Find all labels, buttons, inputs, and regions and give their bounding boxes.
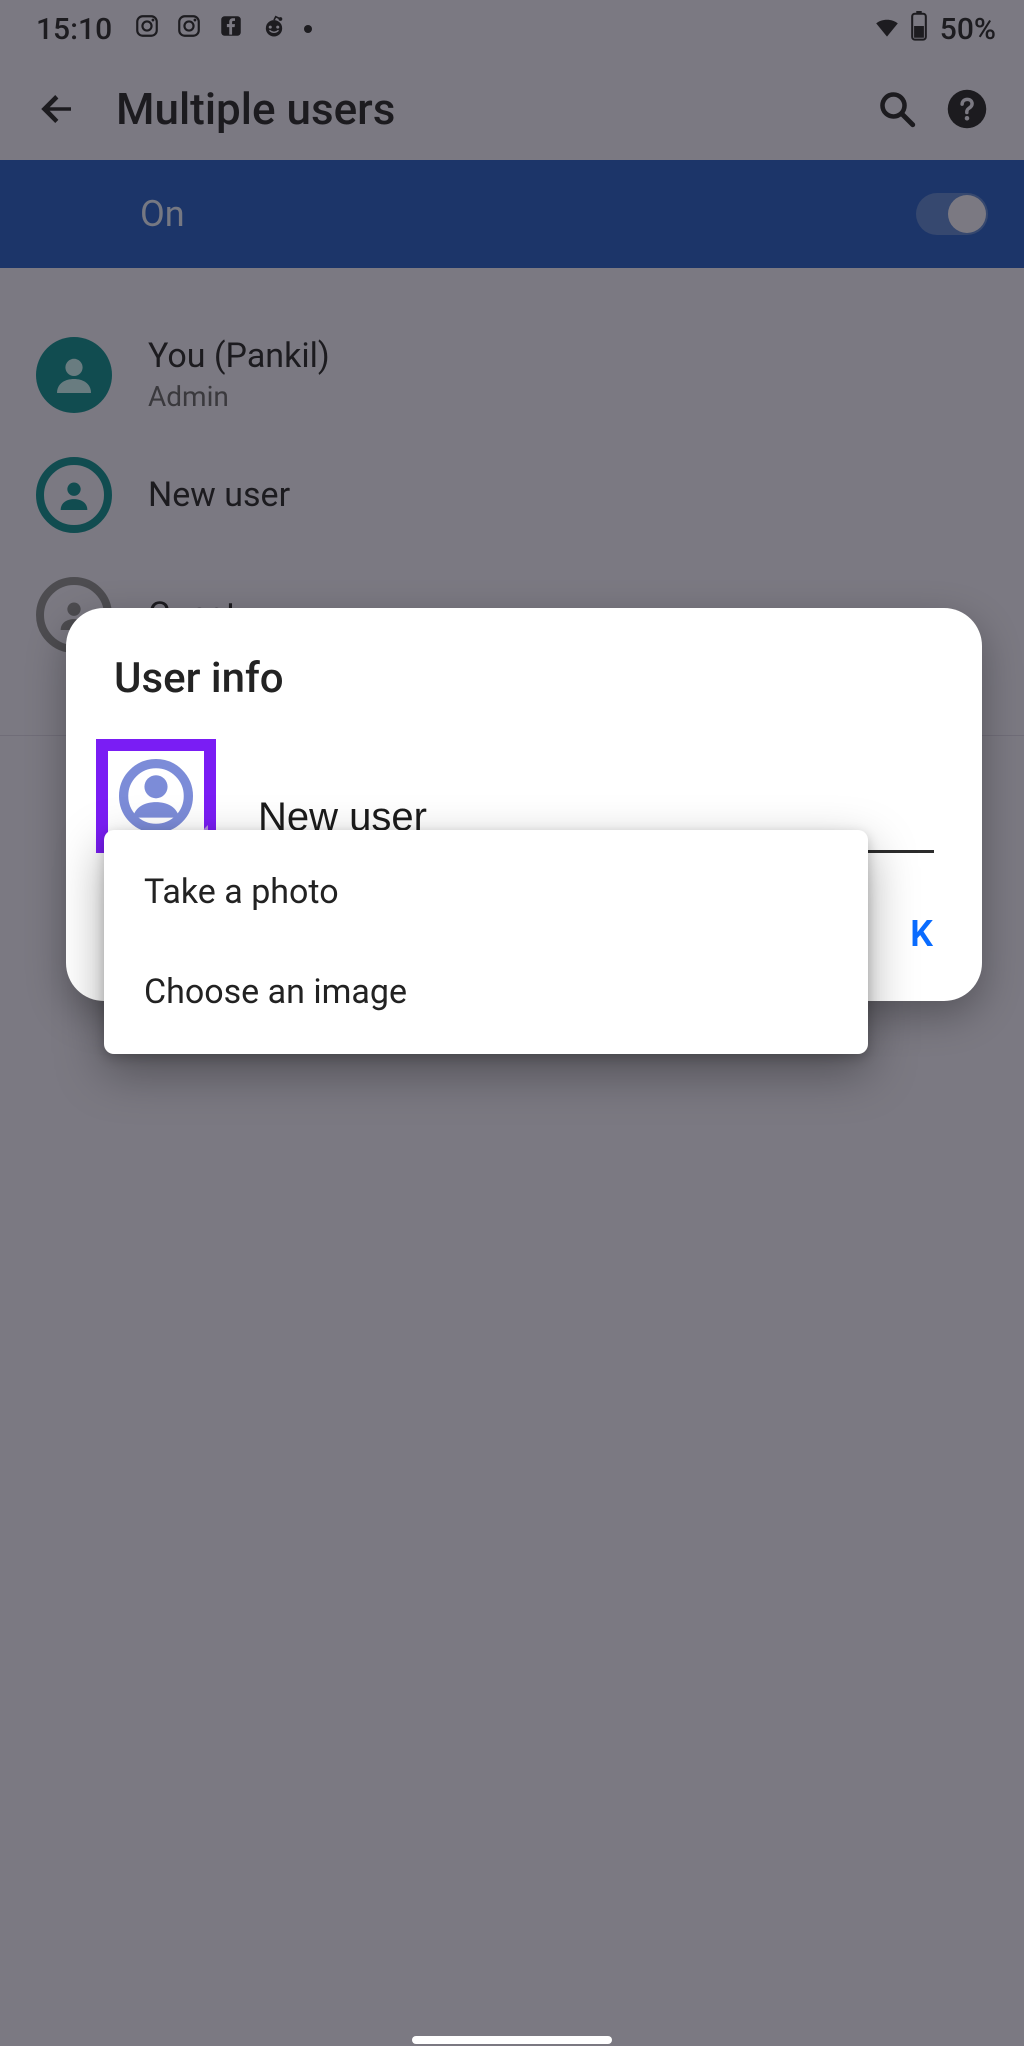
dialog-title: User info (66, 654, 982, 739)
screen: 15:10 50% (0, 0, 1024, 2046)
ok-button[interactable]: K (910, 913, 934, 955)
choose-image-item[interactable]: Choose an image (104, 942, 868, 1042)
photo-popup-menu: Take a photo Choose an image (104, 830, 868, 1054)
take-photo-item[interactable]: Take a photo (104, 842, 868, 942)
nav-handle[interactable] (412, 2036, 612, 2044)
